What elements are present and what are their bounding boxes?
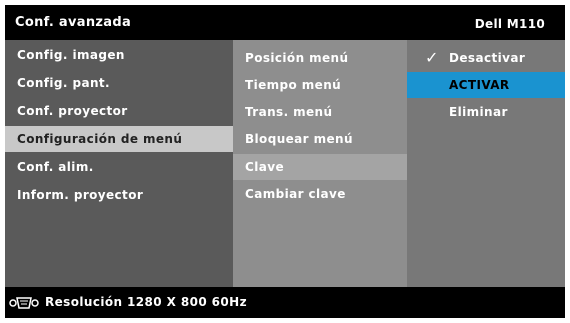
- projector-osd: Conf. avanzada Dell M110 Config. imagen …: [5, 5, 565, 318]
- submenu-item-label: Bloquear menú: [245, 132, 353, 146]
- menu-item-conf-alim[interactable]: Conf. alim.: [5, 154, 233, 180]
- menu-item-label: Config. imagen: [17, 48, 125, 62]
- submenu-item-clave[interactable]: Clave: [233, 154, 407, 180]
- submenu-item-trans-menu[interactable]: Trans. menú: [233, 99, 407, 125]
- option-activar[interactable]: ACTIVAR: [407, 72, 565, 98]
- resolution-text: Resolución 1280 X 800 60Hz: [45, 295, 247, 309]
- menu-item-label: Config. pant.: [17, 76, 110, 90]
- title-bar: Conf. avanzada Dell M110: [5, 5, 565, 40]
- menu-item-config-imagen[interactable]: Config. imagen: [5, 42, 233, 68]
- submenu-item-tiempo-menu[interactable]: Tiempo menú: [233, 72, 407, 98]
- submenu-item-label: Cambiar clave: [245, 187, 346, 201]
- option-label: Desactivar: [449, 51, 526, 65]
- main-menu: Config. imagen Config. pant. Conf. proye…: [5, 40, 233, 287]
- submenu-item-bloquear-menu[interactable]: Bloquear menú: [233, 126, 407, 152]
- option-desactivar[interactable]: ✓ Desactivar: [407, 45, 565, 71]
- submenu-item-label: Tiempo menú: [245, 78, 342, 92]
- menu-item-configuracion-de-menu[interactable]: Configuración de menú: [5, 126, 233, 152]
- menu-title: Conf. avanzada: [15, 15, 132, 30]
- menu-item-config-pant[interactable]: Config. pant.: [5, 70, 233, 96]
- submenu-item-label: Posición menú: [245, 51, 349, 65]
- option-label: Eliminar: [449, 105, 508, 119]
- options-panel: ✓ Desactivar ACTIVAR Eliminar: [407, 40, 565, 287]
- submenu: Posición menú Tiempo menú Trans. menú Bl…: [233, 40, 407, 287]
- option-eliminar[interactable]: Eliminar: [407, 99, 565, 125]
- projector-model: Dell M110: [474, 17, 545, 31]
- menu-item-label: Inform. proyector: [17, 188, 144, 202]
- video-connector-icon: [9, 296, 39, 313]
- submenu-item-posicion-menu[interactable]: Posición menú: [233, 45, 407, 71]
- menu-item-conf-proyector[interactable]: Conf. proyector: [5, 98, 233, 124]
- menu-item-label: Configuración de menú: [17, 132, 183, 146]
- submenu-item-label: Clave: [245, 160, 284, 174]
- menu-item-label: Conf. proyector: [17, 104, 128, 118]
- menu-item-inform-proyector[interactable]: Inform. proyector: [5, 182, 233, 208]
- submenu-item-cambiar-clave[interactable]: Cambiar clave: [233, 181, 407, 207]
- menu-item-label: Conf. alim.: [17, 160, 94, 174]
- submenu-item-label: Trans. menú: [245, 105, 333, 119]
- checkmark-icon: ✓: [425, 48, 439, 67]
- option-label: ACTIVAR: [449, 78, 510, 92]
- status-bar: Resolución 1280 X 800 60Hz: [5, 287, 565, 318]
